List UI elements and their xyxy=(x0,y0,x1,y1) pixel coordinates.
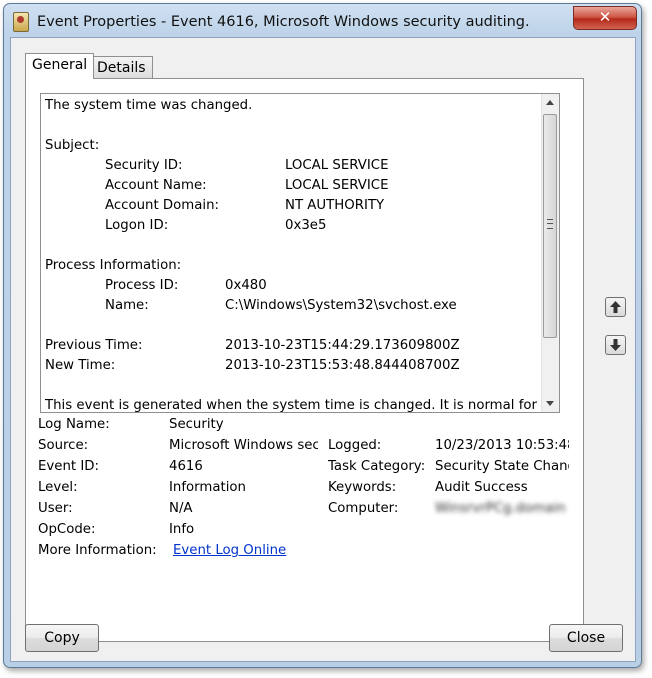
description-value: 2013-10-23T15:44:29.173609800Z xyxy=(225,338,460,353)
description-key: Security ID: xyxy=(105,158,183,173)
description-key: Previous Time: xyxy=(45,338,143,353)
dialog-body: General Details The system time was chan… xyxy=(10,37,636,662)
event-id-value: 4616 xyxy=(169,459,203,474)
scroll-down-icon[interactable] xyxy=(546,401,554,406)
tab-general[interactable]: General xyxy=(25,53,95,79)
next-event-button[interactable] xyxy=(605,335,626,355)
description-key: Account Name: xyxy=(105,178,207,193)
close-window-button[interactable]: ✕ xyxy=(573,6,637,30)
user-label: User: xyxy=(38,501,73,516)
description-scrollbar[interactable] xyxy=(541,94,559,412)
description-key: Account Domain: xyxy=(105,198,219,213)
logged-value: 10/23/2013 10:53:48 AM xyxy=(435,438,569,453)
event-description-box[interactable]: The system time was changed. Subject: Secu… xyxy=(40,93,560,413)
description-line: Process Information: xyxy=(45,258,182,273)
opcode-value: Info xyxy=(169,522,195,537)
grip-icon xyxy=(547,219,553,229)
description-line: Security ID: LOCAL SERVICE xyxy=(45,156,541,176)
description-line: Logon ID: 0x3e5 xyxy=(45,216,541,236)
scroll-up-icon[interactable] xyxy=(546,100,554,105)
description-key: Process ID: xyxy=(105,278,179,293)
previous-event-button[interactable] xyxy=(605,297,626,317)
description-line: This event is generated when the system … xyxy=(45,398,537,413)
level-value: Information xyxy=(169,480,246,495)
keywords-label: Keywords: xyxy=(328,480,397,495)
event-properties-window: Event Properties - Event 4616, Microsoft… xyxy=(3,3,642,668)
log-name-label: Log Name: xyxy=(38,417,110,432)
description-line: New Time: 2013-10-23T15:53:48.844408700Z xyxy=(45,356,541,376)
tab-details[interactable]: Details xyxy=(90,56,153,79)
description-line: Name: C:\Windows\System32\svchost.exe xyxy=(45,296,541,316)
logged-label: Logged: xyxy=(328,438,382,453)
description-value: 2013-10-23T15:53:48.844408700Z xyxy=(225,358,460,373)
task-category-value: Security State Change xyxy=(435,459,569,474)
scrollbar-thumb[interactable] xyxy=(543,114,557,338)
description-line: Account Domain: NT AUTHORITY xyxy=(45,196,541,216)
source-value: Microsoft Windows security auditing. xyxy=(169,438,318,453)
computer-label: Computer: xyxy=(328,501,399,516)
description-key: Logon ID: xyxy=(105,218,169,233)
description-value: NT AUTHORITY xyxy=(285,198,385,213)
computer-value: WinsrvrPCg.domain xyxy=(435,501,566,516)
opcode-label: OpCode: xyxy=(38,522,96,537)
description-value: 0x480 xyxy=(225,278,267,293)
description-value: C:\Windows\System32\svchost.exe xyxy=(225,298,457,313)
general-tab-panel: The system time was changed. Subject: Secu… xyxy=(25,78,584,642)
user-value: N/A xyxy=(169,501,193,516)
description-line: Subject: xyxy=(45,138,100,153)
event-properties-icon xyxy=(13,12,29,32)
log-name-value: Security xyxy=(169,417,224,432)
next-event-icon xyxy=(610,339,621,351)
description-line: Process ID: 0x480 xyxy=(45,276,541,296)
event-log-online-link[interactable]: Event Log Online xyxy=(173,541,323,561)
description-value: LOCAL SERVICE xyxy=(285,158,389,173)
more-information-label: More Information: xyxy=(38,543,157,558)
event-description-text: The system time was changed. Subject: Secu… xyxy=(45,96,541,413)
description-key: New Time: xyxy=(45,358,116,373)
description-line xyxy=(45,236,541,256)
description-line: Account Name: LOCAL SERVICE xyxy=(45,176,541,196)
source-label: Source: xyxy=(38,438,89,453)
description-value: LOCAL SERVICE xyxy=(285,178,389,193)
previous-event-icon xyxy=(610,301,621,313)
description-key: Name: xyxy=(105,298,149,313)
description-line: Previous Time: 2013-10-23T15:44:29.173609… xyxy=(45,336,541,356)
keywords-value: Audit Success xyxy=(435,480,528,495)
level-label: Level: xyxy=(38,480,78,495)
event-id-label: Event ID: xyxy=(38,459,99,474)
task-category-label: Task Category: xyxy=(328,459,426,474)
description-line xyxy=(45,116,541,136)
description-value: 0x3e5 xyxy=(285,218,327,233)
description-line xyxy=(45,316,541,336)
description-line xyxy=(45,376,541,396)
close-button[interactable]: Close xyxy=(549,624,623,652)
copy-button[interactable]: Copy xyxy=(25,624,99,652)
description-line: The system time was changed. xyxy=(45,98,253,113)
window-title: Event Properties - Event 4616, Microsoft… xyxy=(37,14,530,30)
